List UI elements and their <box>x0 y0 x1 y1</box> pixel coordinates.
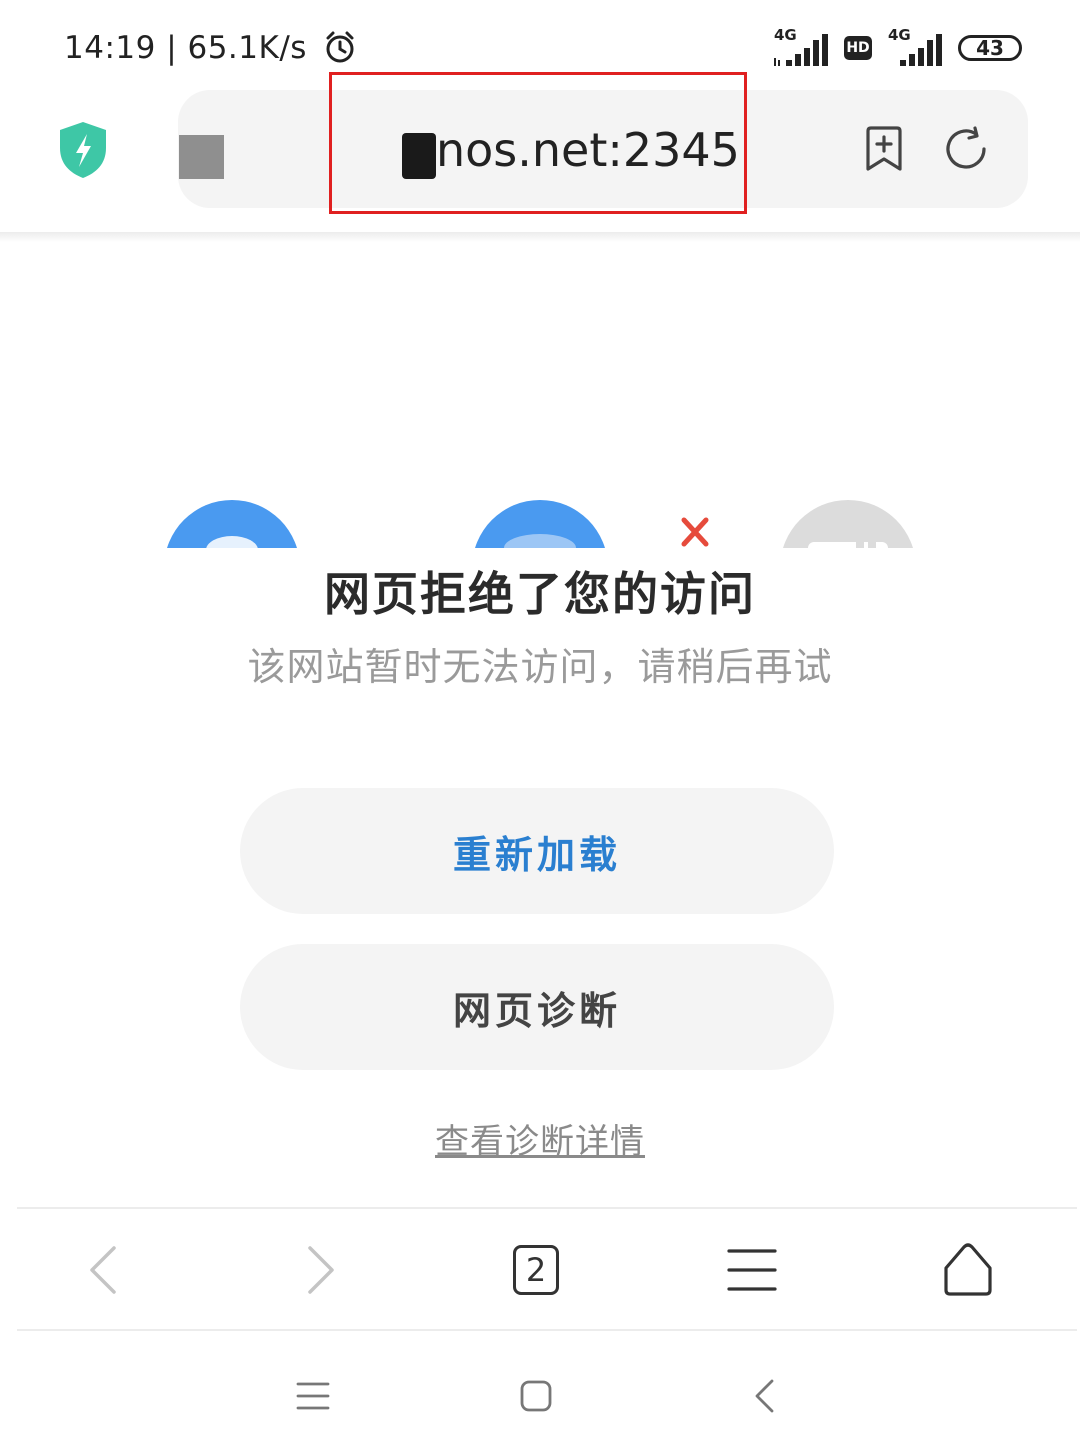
diagnosis-details-link[interactable]: 查看诊断详情 <box>0 1114 1080 1163</box>
system-recents-button[interactable] <box>289 1372 337 1420</box>
home-icon <box>944 1243 992 1296</box>
menu-button[interactable] <box>720 1238 784 1302</box>
alarm-icon <box>326 31 354 63</box>
reload-button[interactable]: 重新加载 <box>240 788 834 914</box>
home-button[interactable] <box>936 1238 1000 1302</box>
hamburger-menu-icon <box>727 1249 777 1291</box>
back-button[interactable] <box>70 1238 134 1302</box>
toolbar-bottom-divider <box>17 1329 1077 1331</box>
security-shield-icon[interactable] <box>56 120 110 180</box>
chevron-left-icon <box>90 1246 116 1294</box>
site-favicon <box>179 135 224 179</box>
recents-menu-icon <box>296 1382 330 1410</box>
status-bar-left: 14:19 | 65.1K/s <box>64 28 357 68</box>
signal-1: 4G <box>772 26 830 68</box>
add-bookmark-icon[interactable] <box>862 125 906 173</box>
refresh-icon[interactable] <box>942 125 990 173</box>
chevron-right-icon <box>308 1246 334 1294</box>
diagnose-button[interactable]: 网页诊断 <box>240 944 834 1070</box>
battery-indicator: 43 <box>958 35 1022 61</box>
status-bar-right: 4G HD 4G 43 <box>772 26 1022 70</box>
toolbar-top-divider <box>17 1207 1077 1209</box>
address-bar-shadow <box>0 232 1080 242</box>
time-speed-text: 14:19 | 65.1K/s <box>64 30 307 66</box>
signal-2: 4G <box>886 26 944 68</box>
system-home-button[interactable] <box>512 1372 560 1420</box>
square-home-icon <box>520 1380 552 1412</box>
forward-button[interactable] <box>290 1238 354 1302</box>
back-arrow-icon <box>755 1379 774 1413</box>
error-title: 网页拒绝了您的访问 <box>324 567 756 621</box>
annotation-highlight-box <box>329 72 747 214</box>
system-back-button[interactable] <box>740 1372 788 1420</box>
error-subtitle: 该网站暂时无法访问，请稍后再试 <box>247 645 833 689</box>
tab-count: 2 <box>513 1245 559 1295</box>
signal-bars-icon <box>774 34 828 66</box>
signal-bars-icon <box>900 34 942 66</box>
connection-error-illustration <box>167 500 913 548</box>
tabs-button[interactable]: 2 <box>504 1238 568 1302</box>
hd-badge: HD <box>844 36 872 60</box>
